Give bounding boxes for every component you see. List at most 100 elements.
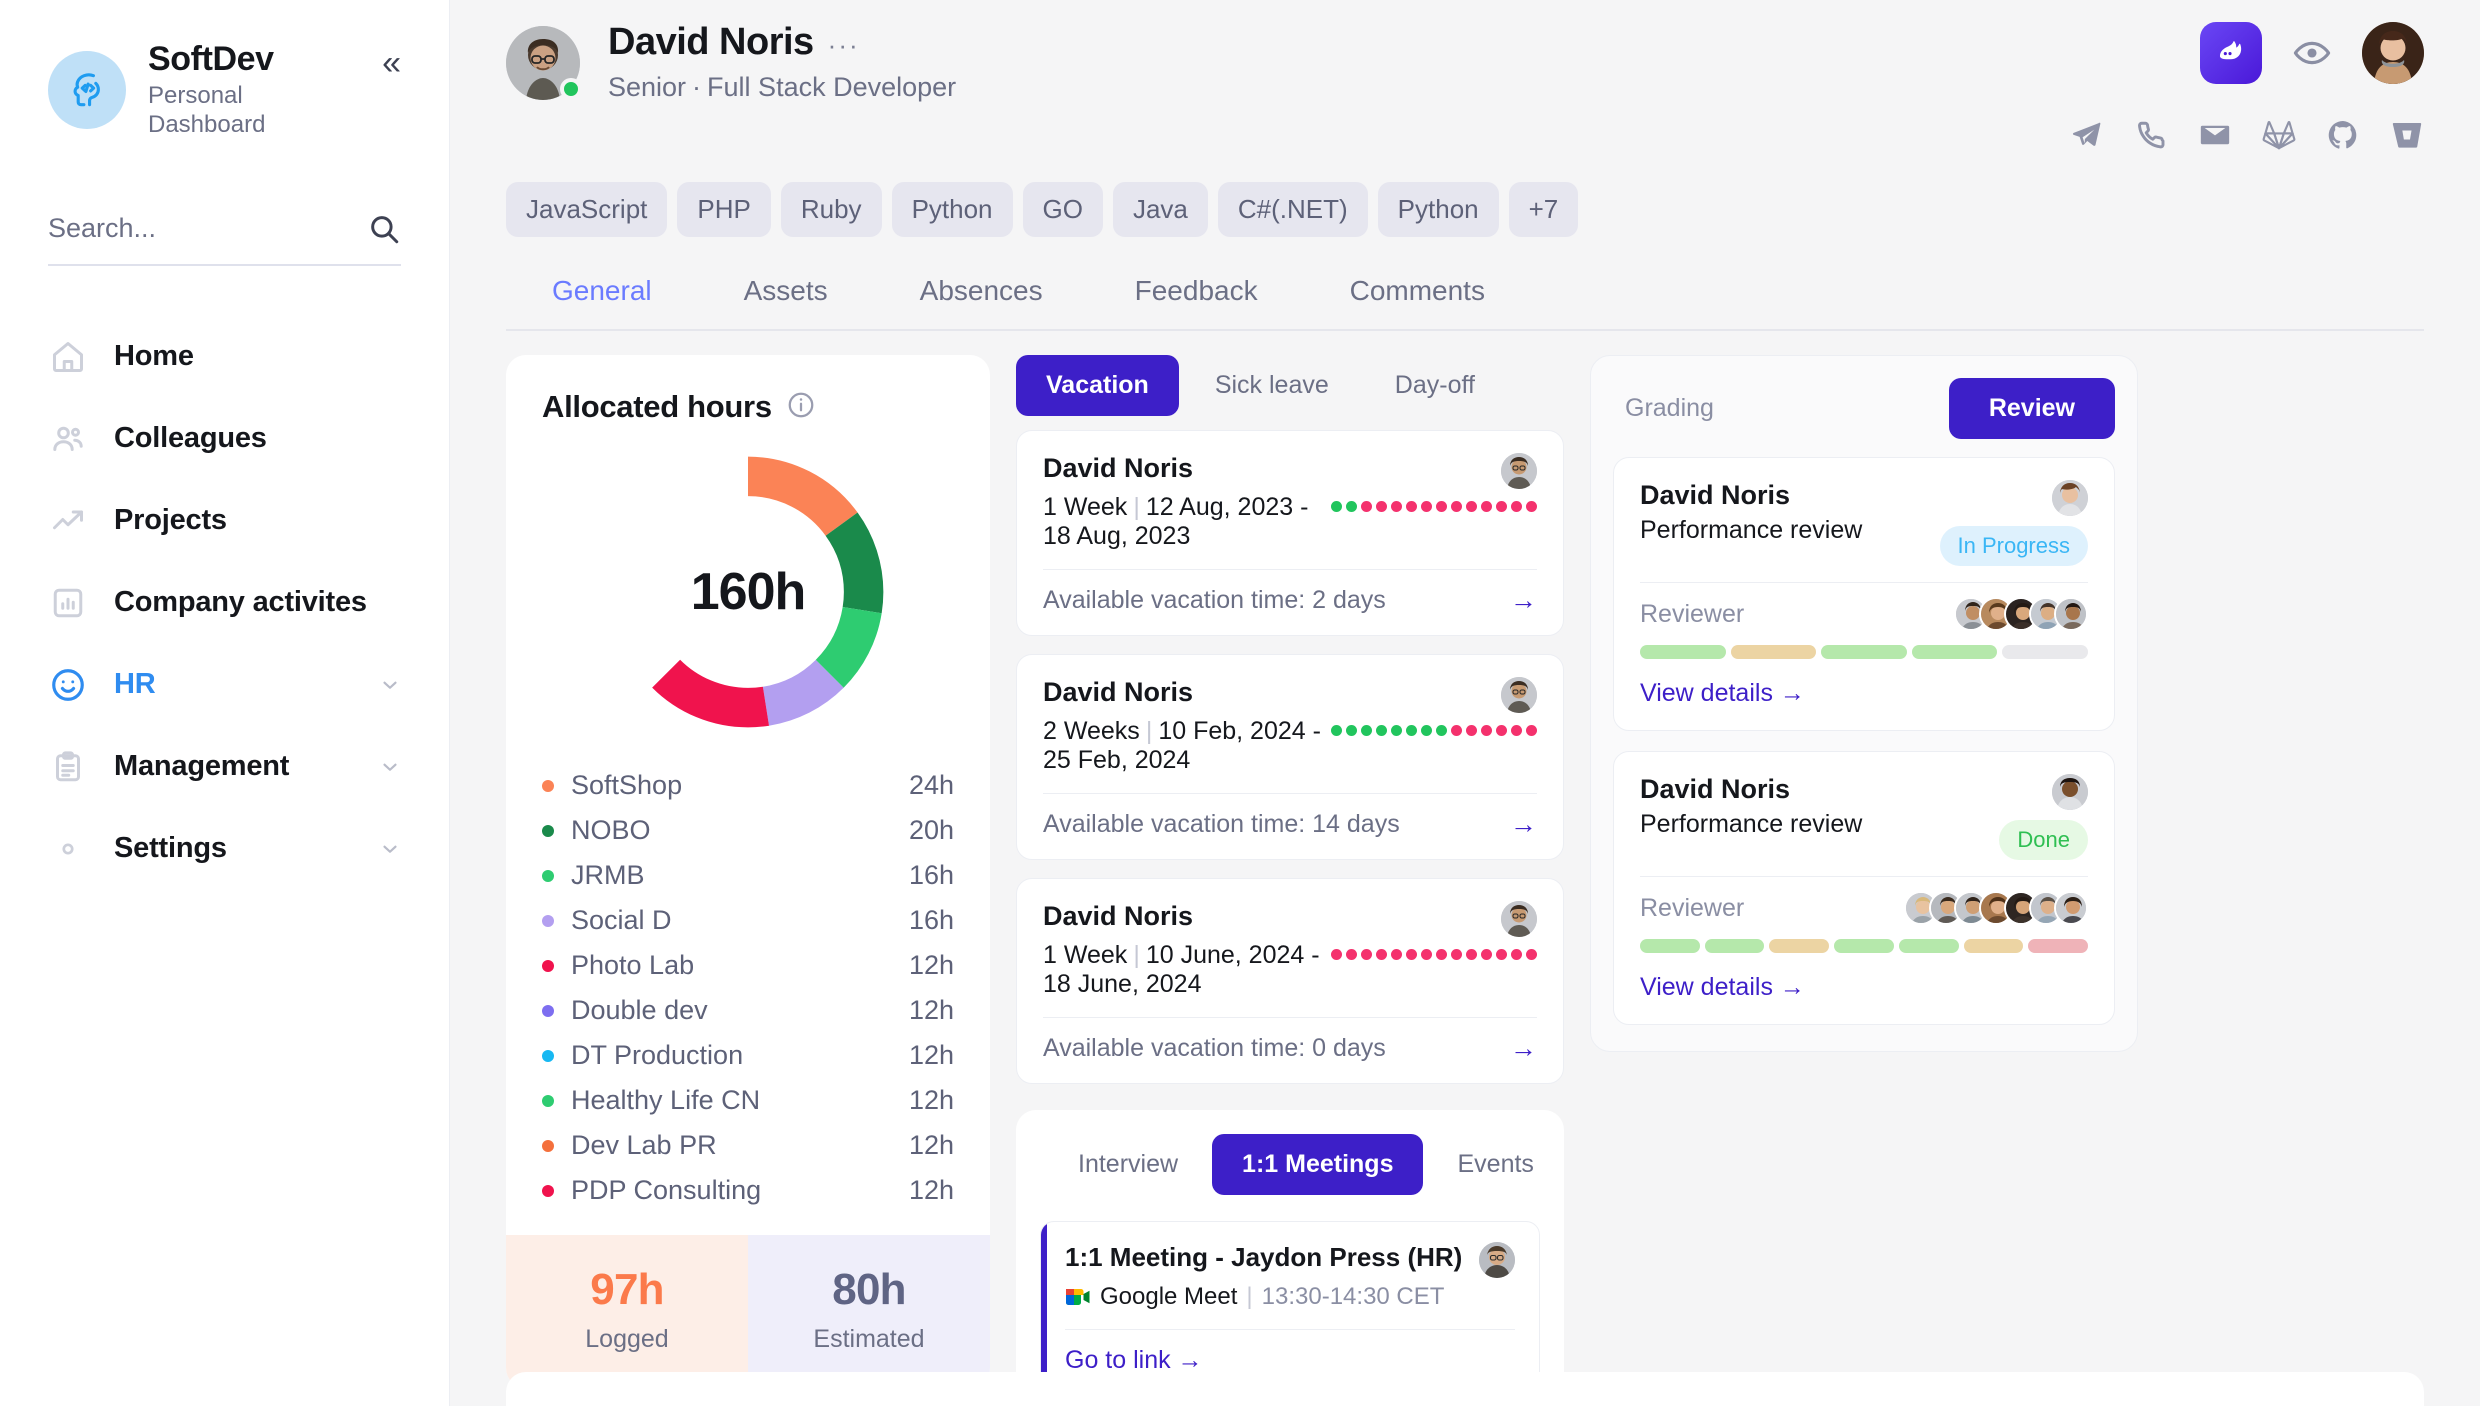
legend-item[interactable]: SoftShop 24h: [542, 763, 954, 808]
legend-value: 16h: [908, 905, 954, 935]
page-title: David Noris: [608, 21, 814, 63]
view-details-link[interactable]: View details →: [1640, 973, 2088, 1002]
account-avatar[interactable]: [2362, 22, 2424, 84]
skill-tag[interactable]: Python: [1377, 182, 1499, 237]
review-card[interactable]: David Noris Performance review In Progre…: [1613, 457, 2115, 731]
profile-text: David Noris ··· Senior · Full Stack Develo…: [608, 21, 2070, 103]
tab-interview[interactable]: Interview: [1048, 1134, 1208, 1195]
legend-label: Social D: [571, 905, 672, 935]
legend-item[interactable]: JRMB 16h: [542, 853, 954, 898]
skill-tag[interactable]: PHP: [677, 182, 771, 237]
skill-tag[interactable]: JavaScript: [506, 182, 668, 237]
legend-value: 12h: [908, 995, 954, 1025]
legend-item[interactable]: NOBO 20h: [542, 808, 954, 853]
tab-feedback[interactable]: Feedback: [1089, 265, 1304, 329]
progress-segment: [1730, 645, 1817, 659]
legend-value: 12h: [908, 1040, 954, 1070]
skill-tag[interactable]: Python: [891, 182, 1013, 237]
tab-one-on-one-meetings[interactable]: 1:1 Meetings: [1212, 1134, 1424, 1195]
vacation-card[interactable]: David Noris 1 Week | 12 Aug, 2023 - 18 Aug…: [1016, 430, 1564, 636]
legend-color-dot: [542, 779, 554, 792]
legend-item[interactable]: Dev Lab PR 12h: [542, 1123, 954, 1168]
avatar: [1501, 901, 1537, 937]
arrow-right-icon[interactable]: →: [1510, 1035, 1537, 1062]
legend-item[interactable]: PDP Consulting 12h: [542, 1168, 954, 1213]
tab-vacation[interactable]: Vacation: [1016, 355, 1179, 416]
grading-panel: Grading Review David Noris Performance r…: [1590, 355, 2138, 1052]
mail-icon[interactable]: [2198, 118, 2232, 152]
sidebar-item-projects[interactable]: Projects: [48, 480, 401, 562]
profile-tabs: General Assets Absences Feedback Comment…: [506, 265, 2424, 331]
gitlab-icon[interactable]: [2262, 118, 2296, 152]
skill-tag-more[interactable]: +7: [1508, 182, 1579, 237]
skill-tag[interactable]: Ruby: [780, 182, 882, 237]
sidebar-item-management[interactable]: Management: [48, 726, 401, 808]
flame-logo-icon[interactable]: [2200, 22, 2262, 84]
sidebar-item-colleagues[interactable]: Colleagues: [48, 398, 401, 480]
vacation-card[interactable]: David Noris 2 Weeks | 10 Feb, 2024 - 25 Fe…: [1016, 654, 1564, 860]
legend-item[interactable]: Healthy Life CN 12h: [542, 1078, 954, 1123]
meeting-link[interactable]: Go to link →: [1065, 1346, 1515, 1375]
legend-item[interactable]: Photo Lab 12h: [542, 943, 954, 988]
legend-color-dot: [542, 1184, 554, 1197]
legend-item[interactable]: Social D 16h: [542, 898, 954, 943]
legend-item[interactable]: DT Production 12h: [542, 1033, 954, 1078]
review-card[interactable]: David Noris Performance review Done Revi…: [1613, 751, 2115, 1025]
view-details-link[interactable]: View details →: [1640, 679, 2088, 708]
sidebar-item-home[interactable]: Home: [48, 316, 401, 398]
legend-value: 12h: [908, 1085, 954, 1115]
tab-day-off[interactable]: Day-off: [1365, 355, 1505, 416]
avatar: [2054, 891, 2088, 925]
review-card-info: David Noris Performance review: [1640, 774, 1999, 839]
tab-events[interactable]: Events: [1427, 1134, 1563, 1195]
tab-sick-leave[interactable]: Sick leave: [1185, 355, 1359, 416]
header-actions: [2070, 22, 2424, 152]
vacation-card[interactable]: David Noris 1 Week | 10 June, 2024 - 18 Ju…: [1016, 878, 1564, 1084]
tab-general[interactable]: General: [506, 265, 698, 329]
vacation-card-right: [1331, 677, 1537, 736]
review-button[interactable]: Review: [1948, 378, 2115, 439]
tab-grading[interactable]: Grading: [1613, 394, 1714, 423]
smiley-icon: [48, 665, 88, 705]
reviewer-avatars[interactable]: [1904, 891, 2088, 925]
tab-comments[interactable]: Comments: [1304, 265, 1531, 329]
collapse-sidebar-button[interactable]: «: [382, 46, 401, 80]
more-options-button[interactable]: ···: [828, 32, 860, 58]
chevron-down-icon[interactable]: [379, 674, 401, 696]
tab-assets[interactable]: Assets: [698, 265, 874, 329]
skill-tag[interactable]: Java: [1112, 182, 1208, 237]
skill-tag[interactable]: C#(.NET): [1217, 182, 1368, 237]
allocated-title: Allocated hours: [542, 389, 772, 424]
vacation-card-info: David Noris 2 Weeks | 10 Feb, 2024 - 25 Fe…: [1043, 677, 1331, 775]
info-icon[interactable]: [786, 390, 816, 425]
search-icon[interactable]: [367, 212, 401, 246]
skill-tag[interactable]: GO: [1022, 182, 1103, 237]
meeting-time: 13:30-14:30 CET: [1261, 1283, 1445, 1310]
chevron-down-icon[interactable]: [379, 756, 401, 778]
legend-label: Photo Lab: [571, 950, 695, 980]
search-input[interactable]: [48, 213, 348, 245]
legend-item[interactable]: Double dev 12h: [542, 988, 954, 1033]
progress-segment: [2002, 645, 2088, 659]
eye-icon[interactable]: [2290, 31, 2334, 75]
sidebar-item-hr[interactable]: HR: [48, 644, 401, 726]
sidebar-item-company-activites[interactable]: Company activites: [48, 562, 401, 644]
arrow-right-icon[interactable]: →: [1510, 811, 1537, 838]
telegram-icon[interactable]: [2070, 118, 2104, 152]
sidebar-item-settings[interactable]: Settings: [48, 808, 401, 890]
github-icon[interactable]: [2326, 118, 2360, 152]
role-label: Full Stack Developer: [707, 71, 957, 102]
bitbucket-icon[interactable]: [2390, 118, 2424, 152]
vacation-dates: 1 Week | 10 June, 2024 - 18 June, 2024: [1043, 941, 1331, 999]
legend-value: 12h: [908, 1130, 954, 1160]
vacation-card-bottom: Available vacation time: 0 days →: [1043, 1018, 1537, 1063]
chevron-down-icon[interactable]: [379, 838, 401, 860]
reviewer-avatars[interactable]: [1954, 597, 2088, 631]
tab-absences[interactable]: Absences: [874, 265, 1089, 329]
legend-color-dot: [542, 824, 554, 837]
phone-icon[interactable]: [2134, 118, 2168, 152]
arrow-right-icon[interactable]: →: [1510, 587, 1537, 614]
avatar: [1501, 453, 1537, 489]
meeting-item[interactable]: 1:1 Meeting - Jaydon Press (HR) Google M…: [1040, 1221, 1540, 1394]
legend-value: 12h: [908, 1175, 954, 1205]
